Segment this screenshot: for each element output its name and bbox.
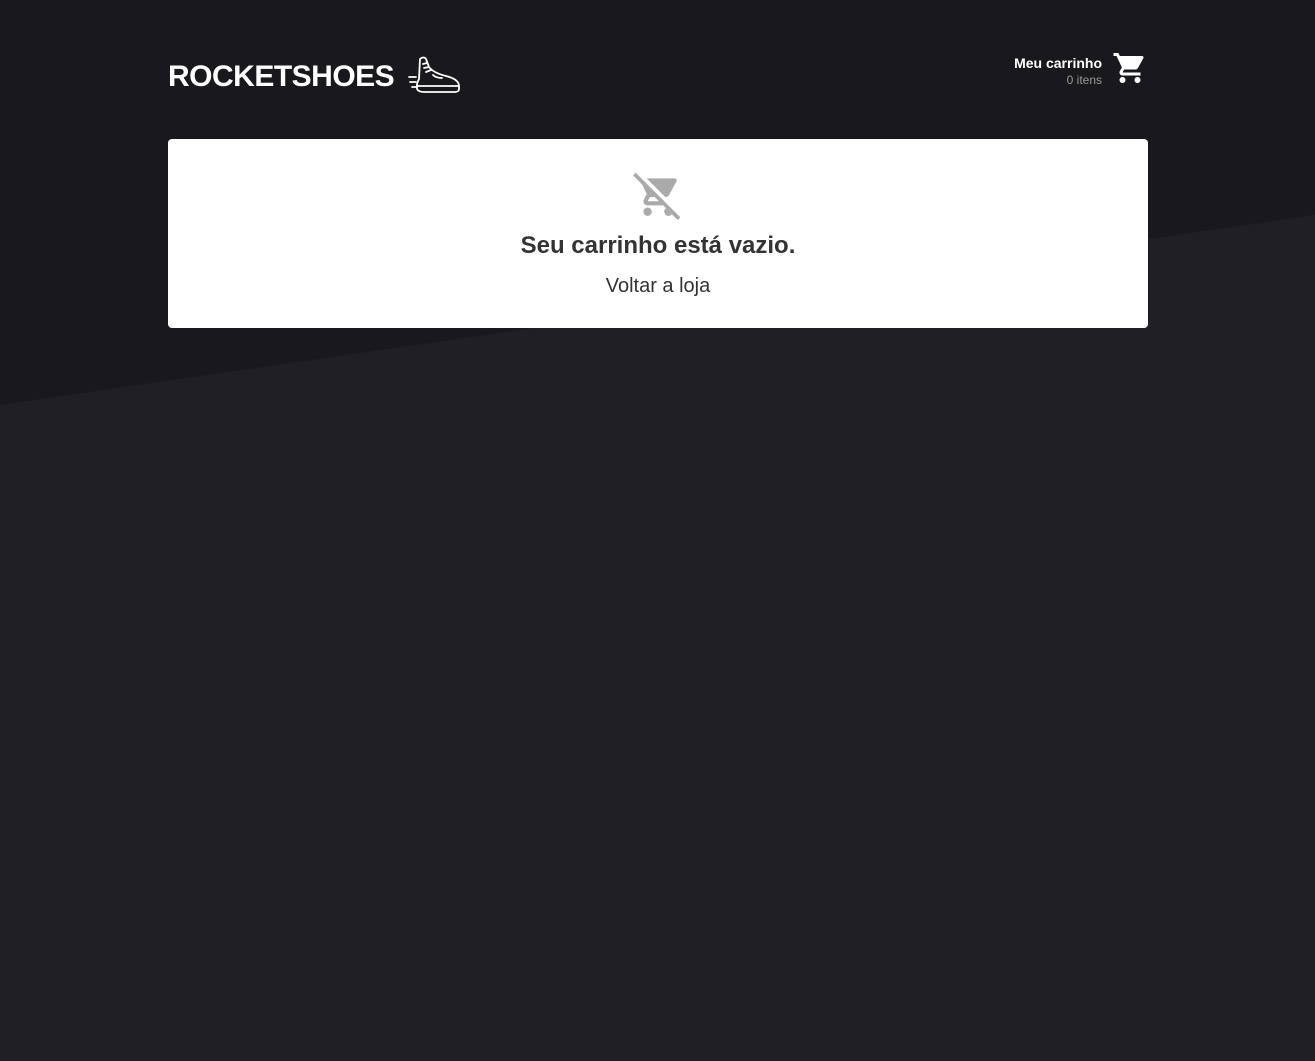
empty-cart-panel: Seu carrinho está vazio. Voltar a loja <box>168 139 1148 328</box>
sneaker-icon <box>408 56 461 93</box>
cart-summary: Meu carrinho 0 itens <box>1014 51 1102 86</box>
shopping-cart-icon <box>1113 53 1144 83</box>
cart-title: Meu carrinho <box>1014 54 1102 71</box>
empty-cart-message: Seu carrinho está vazio. <box>520 232 796 259</box>
back-to-store-link[interactable]: Voltar a loja <box>168 273 1148 299</box>
cart-item-count: 0 itens <box>1066 72 1102 87</box>
app-container: ROCKETSHOES Meu carrinho 0 itens Seu car… <box>168 0 1148 328</box>
remove-shopping-cart-icon <box>633 172 681 220</box>
logo-link[interactable]: ROCKETSHOES <box>168 48 462 102</box>
site-header: ROCKETSHOES Meu carrinho 0 itens <box>168 0 1148 139</box>
brand-name: ROCKETSHOES <box>168 60 395 93</box>
header-cart-link[interactable]: Meu carrinho 0 itens <box>1014 50 1148 86</box>
